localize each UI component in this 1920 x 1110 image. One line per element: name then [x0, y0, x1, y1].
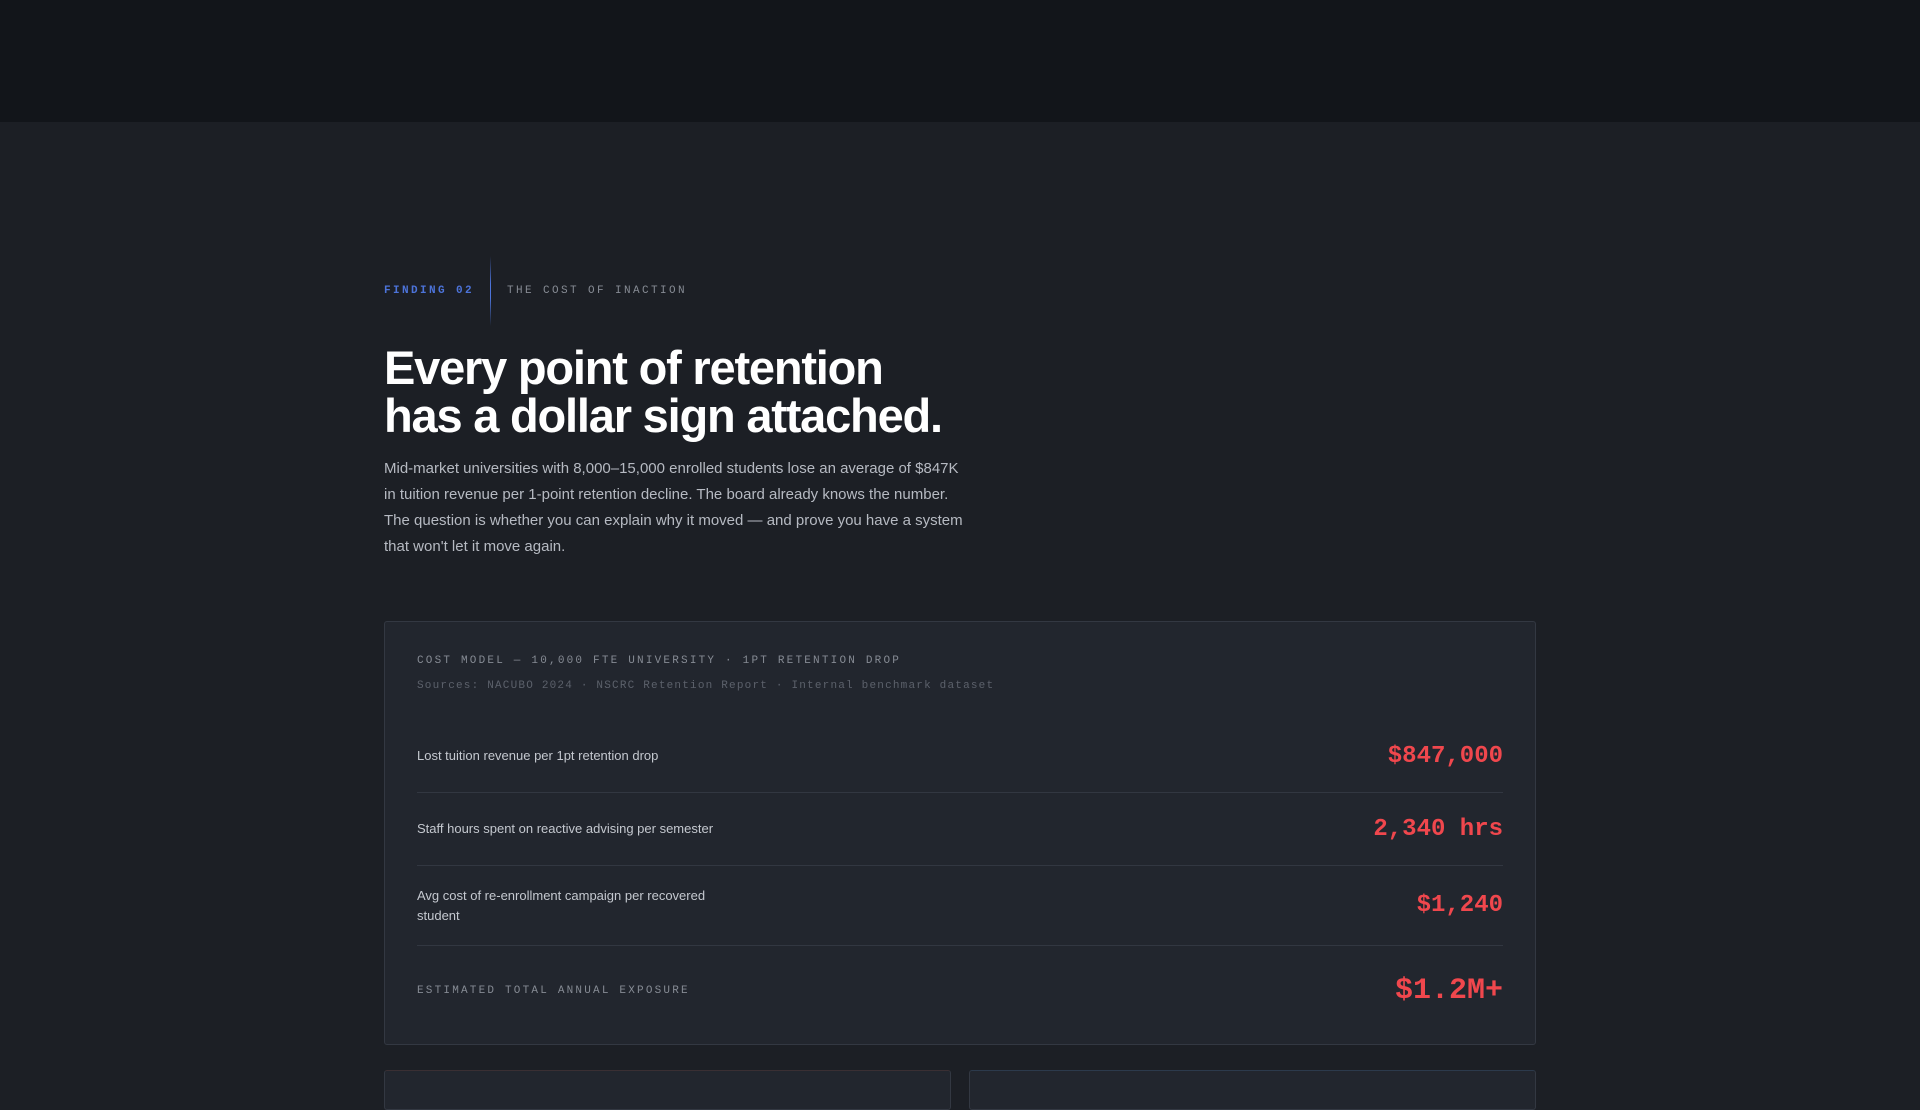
cost-model-sources: Sources: NACUBO 2024 · NSCRC Retention R… — [417, 680, 995, 692]
cost-row-label: Avg cost of re-enrollment campaign per r… — [417, 887, 706, 923]
cost-row: Lost tuition revenue per 1pt retention d… — [417, 720, 1503, 793]
cost-row-value: 2,340 hrs — [1373, 815, 1503, 843]
section-headline: Every point of retention has a dollar si… — [384, 344, 1024, 440]
cost-model-title: COST MODEL — 10,000 FTE UNIVERSITY · 1PT… — [417, 655, 902, 667]
cost-total-value: $1.2M+ — [1394, 974, 1503, 1008]
cost-row-value: $1,240 — [1416, 892, 1503, 919]
next-card-right — [969, 1070, 1536, 1110]
next-card-left — [384, 1070, 951, 1110]
finding-number-label: FINDING 02 — [384, 285, 475, 297]
cost-row-label: Lost tuition revenue per 1pt retention d… — [417, 748, 659, 763]
cost-row: Staff hours spent on reactive advising p… — [417, 793, 1503, 866]
headline-line-1: Every point of retention — [384, 341, 884, 394]
top-header-bar — [0, 0, 1920, 122]
cost-total-label: ESTIMATED TOTAL ANNUAL EXPOSURE — [417, 985, 690, 997]
section-eyebrow: FINDING 02 THE COST OF INACTION — [384, 256, 687, 326]
cost-row: Avg cost of re-enrollment campaign per r… — [417, 866, 1503, 946]
cost-row-value: $847,000 — [1387, 742, 1503, 770]
cost-model-card: COST MODEL — 10,000 FTE UNIVERSITY · 1PT… — [384, 621, 1536, 1045]
section-lede: Mid-market universities with 8,000–15,00… — [384, 460, 963, 555]
cost-row-label: Staff hours spent on reactive advising p… — [417, 821, 714, 836]
cost-total-row: ESTIMATED TOTAL ANNUAL EXPOSURE $1.2M+ — [417, 946, 1503, 1036]
headline-line-2: has a dollar sign attached. — [384, 389, 943, 442]
finding-topic-label: THE COST OF INACTION — [507, 285, 688, 297]
eyebrow-divider — [490, 256, 492, 326]
